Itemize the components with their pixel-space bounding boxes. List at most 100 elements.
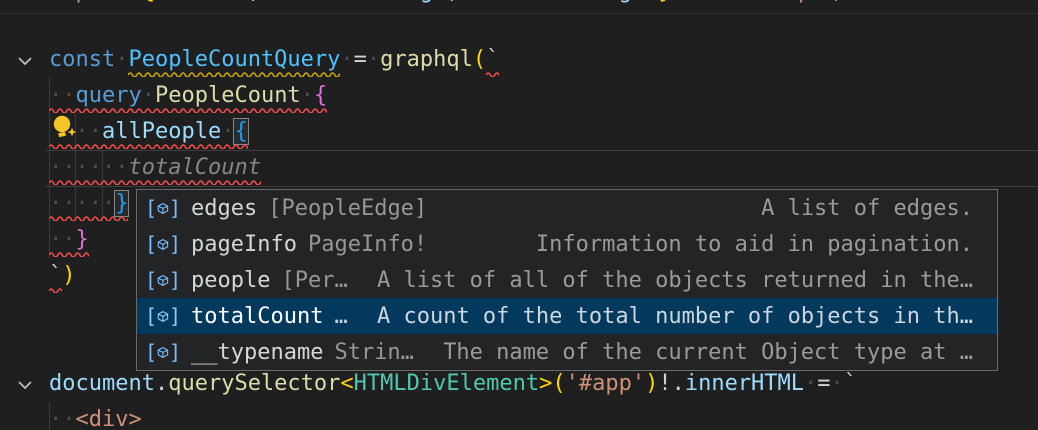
code-token: > <box>539 371 552 396</box>
suggest-item-typename[interactable]: __typename Strin… The name of the curren… <box>137 334 997 370</box>
code-token: } <box>115 191 128 216</box>
suggest-label: totalCount <box>191 304 323 329</box>
code-token: · <box>261 0 274 4</box>
suggest-item-edges[interactable]: edges [PeopleEdge] A list of edges. <box>137 190 997 226</box>
sticky-scroll-border <box>0 13 1038 14</box>
code-token: = <box>354 47 367 72</box>
code-token: allPeople <box>102 119 221 144</box>
code-token: query <box>76 83 142 108</box>
code-token: · <box>115 47 128 72</box>
suggest-description: A list of all of the objects returned in… <box>377 268 973 293</box>
code-line[interactable]: ··query·PeopleCount·{ <box>49 78 327 114</box>
code-token: = <box>817 371 830 396</box>
code-line[interactable]: ··} <box>49 222 89 258</box>
code-token: Client, <box>168 0 261 4</box>
code-token: ( <box>473 47 486 72</box>
code-token: document <box>49 371 155 396</box>
suggest-description: A count of the total number of objects i… <box>377 304 973 329</box>
code-line[interactable]: `) <box>49 258 76 294</box>
code-line[interactable]: const·PeopleCountQuery·=·graphql(` <box>49 42 499 78</box>
fold-chevron-icon[interactable] <box>15 51 35 71</box>
code-token: ·· <box>49 407 76 430</box>
error-squiggle-range: ` <box>49 258 62 294</box>
code-line[interactable]: ··<div> <box>49 402 142 430</box>
fold-chevron-icon[interactable] <box>15 375 35 395</box>
code-editor: import·{·Client,·cacheExchange,·fetchExc… <box>0 0 1038 430</box>
code-token: ` <box>486 47 499 72</box>
suggest-label: pageInfo <box>191 232 297 257</box>
code-token: ····· <box>49 191 115 216</box>
suggest-description: The name of the current Object type at … <box>443 340 973 365</box>
suggest-item-totalcount[interactable]: totalCount … A count of the total number… <box>137 298 997 334</box>
symbol-field-icon <box>145 232 181 256</box>
suggest-detail: [Per… <box>281 268 347 293</box>
code-token: <div> <box>76 407 142 430</box>
code-token: · <box>672 0 685 4</box>
code-line[interactable]: ·····} <box>49 186 128 222</box>
suggest-item-pageinfo[interactable]: pageInfo PageInfo! Information to aid in… <box>137 226 997 262</box>
error-squiggle-range: ·····} <box>49 186 128 222</box>
code-line[interactable]: import·{·Client,·cacheExchange,·fetchExc… <box>49 0 844 10</box>
code-token: PeopleCountQuery <box>128 47 340 72</box>
suggest-item-people[interactable]: people [Per… A list of all of the object… <box>137 262 997 298</box>
lightbulb-icon[interactable] <box>50 113 80 143</box>
symbol-field-icon <box>145 268 181 292</box>
symbol-field-icon <box>145 196 181 220</box>
code-line[interactable]: document.querySelector<HTMLDivElement>('… <box>49 366 857 402</box>
code-token: ·· <box>49 227 76 252</box>
suggest-label: edges <box>191 196 257 221</box>
symbol-field-icon <box>145 340 181 364</box>
code-token: PeopleCount <box>155 83 301 108</box>
code-token: ( <box>552 371 565 396</box>
error-squiggle-range: ······totalCount <box>49 150 261 186</box>
code-line[interactable]: ······totalCount <box>49 150 261 186</box>
code-token: · <box>142 83 155 108</box>
code-token: · <box>738 0 751 4</box>
code-token: import <box>49 0 128 4</box>
code-token: 'urql'; <box>751 0 844 4</box>
code-token: { <box>142 0 155 4</box>
code-token: from <box>685 0 738 4</box>
code-token: · <box>221 119 234 144</box>
code-token: { <box>314 83 327 108</box>
symbol-field-icon <box>145 304 181 328</box>
code-token: · <box>367 47 380 72</box>
code-token: totalCount <box>128 155 260 180</box>
code-token: · <box>831 371 844 396</box>
code-token: · <box>155 0 168 4</box>
code-token: fetchExchange <box>473 0 645 4</box>
suggest-widget: edges [PeopleEdge] A list of edges. page… <box>136 189 998 371</box>
suggest-detail: … <box>334 304 347 329</box>
code-token: ) <box>645 371 658 396</box>
code-token: · <box>301 83 314 108</box>
code-token: querySelector <box>168 371 340 396</box>
code-token: ` <box>844 371 857 396</box>
code-token: · <box>128 0 141 4</box>
suggest-label: __typename <box>191 340 323 365</box>
error-squiggle-range: ··} <box>49 222 89 258</box>
code-token: ·· <box>49 83 76 108</box>
error-squiggle-range: ··query·PeopleCount·{ <box>49 78 327 114</box>
code-token: ) <box>62 263 75 288</box>
suggest-description: Information to aid in pagination. <box>536 232 973 257</box>
error-squiggle-range: ` <box>486 42 499 78</box>
code-token: · <box>645 0 658 4</box>
code-token: const <box>49 47 115 72</box>
suggest-label: people <box>191 268 270 293</box>
suggest-detail: Strin… <box>334 340 413 365</box>
code-token: ! <box>658 371 671 396</box>
code-token: innerHTML <box>685 371 804 396</box>
code-token: ······ <box>49 155 128 180</box>
code-token: · <box>804 371 817 396</box>
code-token: · <box>460 0 473 4</box>
code-token: . <box>155 371 168 396</box>
suggest-detail: PageInfo! <box>308 232 427 257</box>
suggest-detail: [PeopleEdge] <box>268 196 427 221</box>
code-token: } <box>658 0 671 4</box>
code-token: · <box>340 47 353 72</box>
code-token: < <box>340 371 353 396</box>
code-token: HTMLDivElement <box>354 371 539 396</box>
suggest-description: A list of edges. <box>761 196 973 221</box>
code-token: { <box>234 119 247 144</box>
code-token: } <box>76 227 89 252</box>
